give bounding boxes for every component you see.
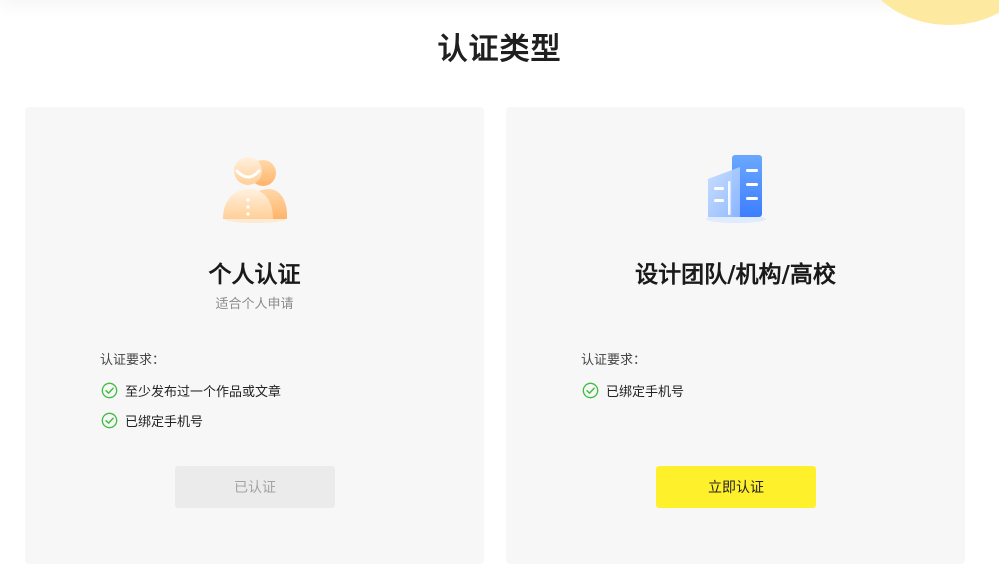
card-title: 设计团队/机构/高校 [635,262,836,288]
card-title: 个人认证 [208,262,301,288]
requirements-label: 认证要求： [100,353,166,368]
person-icon [223,157,287,223]
organization-certification-card: 设计团队/机构/高校 认证要求： 已绑定手机号 立即认证 [506,107,965,564]
page-title: 认证类型 [437,32,562,67]
decorative-blob [859,0,999,25]
certified-button: 已认证 [175,466,335,508]
requirement-item: 已绑定手机号 [582,375,684,405]
requirements-list: 已绑定手机号 [582,375,684,405]
personal-certification-card: 个人认证 适合个人申请 认证要求： 至少发布过一个作品或文章 已绑定手机号 已认… [25,107,484,564]
requirement-text: 已绑定手机号 [125,414,204,430]
building-icon [706,155,766,223]
page: 认证类型 个人认证 适合个人申请 认证要求： 至少发布过一个作品或文章 已绑定手… [0,0,999,581]
check-circle-icon [101,412,118,428]
card-subtitle: 适合个人申请 [215,297,294,312]
requirement-item: 至少发布过一个作品或文章 [101,375,281,405]
requirements-list: 至少发布过一个作品或文章 已绑定手机号 [101,375,281,435]
requirement-item: 已绑定手机号 [101,405,281,435]
check-circle-icon [101,382,118,398]
requirement-text: 至少发布过一个作品或文章 [125,384,282,400]
certify-now-button[interactable]: 立即认证 [656,466,816,508]
check-circle-icon [582,382,599,398]
requirement-text: 已绑定手机号 [606,384,685,400]
requirements-label: 认证要求： [581,353,647,368]
